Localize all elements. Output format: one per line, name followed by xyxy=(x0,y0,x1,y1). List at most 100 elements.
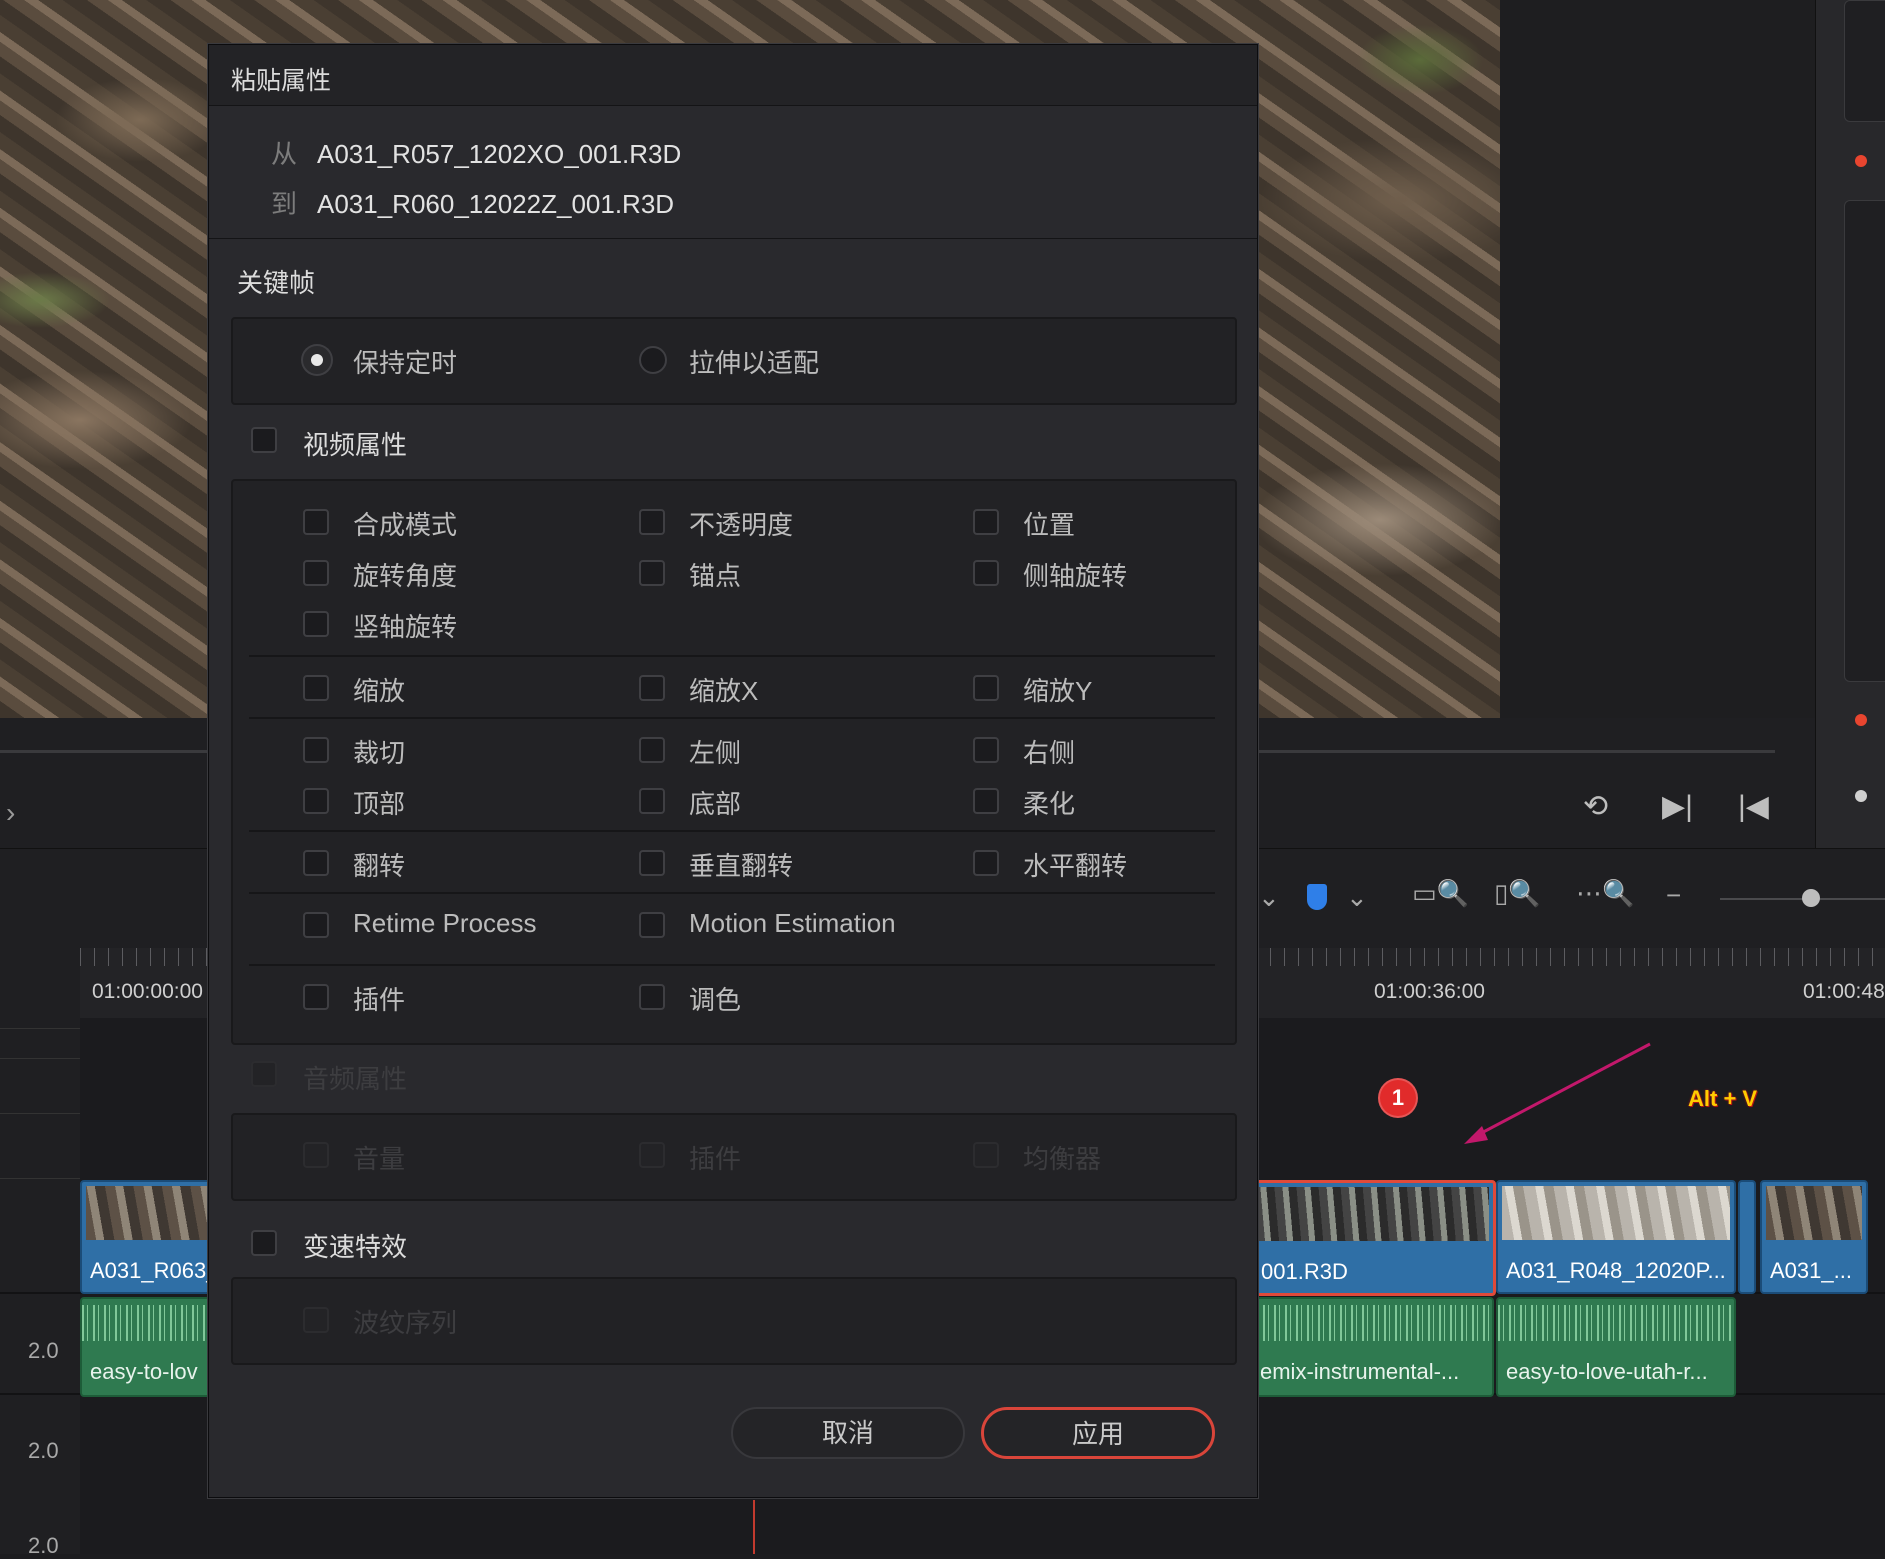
shortcut-label: Alt + V xyxy=(1688,1086,1758,1111)
clip-label: emix-instrumental-... xyxy=(1260,1359,1460,1384)
retime-process-label[interactable]: Retime Process xyxy=(353,908,537,939)
video-plugins-checkbox[interactable] xyxy=(303,984,329,1010)
crop-left-checkbox[interactable] xyxy=(639,737,665,763)
anchor-point-label[interactable]: 锚点 xyxy=(689,556,741,593)
panel-record-dot[interactable] xyxy=(1855,155,1867,167)
yaw-label[interactable]: 竖轴旋转 xyxy=(353,607,457,644)
viewer-side-area xyxy=(1500,0,1815,718)
crop-label[interactable]: 裁切 xyxy=(353,733,405,770)
expand-chevron-icon[interactable]: › xyxy=(6,797,15,829)
audio-waveform xyxy=(1252,1305,1492,1341)
motion-estimation-checkbox[interactable] xyxy=(639,912,665,938)
video-clip[interactable]: A031_R048_12020P... xyxy=(1496,1180,1736,1294)
retime-process-checkbox[interactable] xyxy=(303,912,329,938)
composite-mode-checkbox[interactable] xyxy=(303,509,329,535)
divider xyxy=(249,717,1215,719)
eq-checkbox xyxy=(973,1142,999,1168)
apply-button[interactable]: 应用 xyxy=(981,1407,1215,1459)
pitch-label[interactable]: 侧轴旋转 xyxy=(1023,556,1127,593)
previous-frame-icon[interactable]: |◀ xyxy=(1738,792,1769,822)
video-clip[interactable]: A031_... xyxy=(1760,1180,1868,1294)
video-clip-selected[interactable]: 001.R3D xyxy=(1250,1180,1496,1296)
stretch-to-fit-label[interactable]: 拉伸以适配 xyxy=(689,343,819,380)
zoom-y-label[interactable]: 缩放Y xyxy=(1023,671,1092,708)
zoom-detail-icon[interactable]: ▯🔍 xyxy=(1494,878,1541,909)
cancel-button[interactable]: 取消 xyxy=(731,1407,965,1459)
crop-checkbox[interactable] xyxy=(303,737,329,763)
audio-clip[interactable]: emix-instrumental-... xyxy=(1250,1297,1494,1397)
video-plugins-label[interactable]: 插件 xyxy=(353,980,405,1017)
opacity-checkbox[interactable] xyxy=(639,509,665,535)
panel-toggle-dot[interactable] xyxy=(1855,790,1867,802)
crop-right-label[interactable]: 右侧 xyxy=(1023,733,1075,770)
ripple-sequence-checkbox xyxy=(303,1307,329,1333)
pitch-checkbox[interactable] xyxy=(973,560,999,586)
video-clip[interactable]: A031_R063_ xyxy=(80,1180,224,1294)
speed-effects-checkbox[interactable] xyxy=(251,1230,277,1256)
clip-label: A031_R063_ xyxy=(90,1258,219,1283)
divider xyxy=(249,830,1215,832)
from-prefix: 从 xyxy=(271,139,298,169)
dialog-title: 粘贴属性 xyxy=(231,67,332,95)
flag-icon[interactable] xyxy=(1307,884,1327,910)
audio-attributes-checkbox xyxy=(251,1061,277,1087)
timecode-label: 01:00:48 xyxy=(1803,980,1885,1003)
crop-left-label[interactable]: 左侧 xyxy=(689,733,741,770)
motion-estimation-label[interactable]: Motion Estimation xyxy=(689,908,896,939)
flip-checkbox[interactable] xyxy=(303,850,329,876)
flag-chevron-down-icon[interactable]: ⌄ xyxy=(1346,882,1368,913)
rotation-angle-checkbox[interactable] xyxy=(303,560,329,586)
rotation-angle-label[interactable]: 旋转角度 xyxy=(353,556,457,593)
crop-right-checkbox[interactable] xyxy=(973,737,999,763)
zoom-slider-knob[interactable] xyxy=(1802,889,1820,907)
color-grade-label[interactable]: 调色 xyxy=(689,980,741,1017)
to-prefix: 到 xyxy=(271,189,298,219)
dialog-titlebar[interactable]: 粘贴属性 xyxy=(209,45,1257,106)
zoom-full-icon[interactable]: ▭🔍 xyxy=(1412,878,1469,909)
zoom-label[interactable]: 缩放 xyxy=(353,671,405,708)
softness-checkbox[interactable] xyxy=(973,788,999,814)
position-label[interactable]: 位置 xyxy=(1023,505,1075,542)
color-grade-checkbox[interactable] xyxy=(639,984,665,1010)
divider xyxy=(249,892,1215,894)
speed-effects-title[interactable]: 变速特效 xyxy=(303,1227,407,1264)
video-attributes-title[interactable]: 视频属性 xyxy=(303,425,407,462)
zoom-x-checkbox[interactable] xyxy=(639,675,665,701)
audio-clip[interactable]: easy-to-love-utah-r... xyxy=(1496,1297,1736,1397)
softness-label[interactable]: 柔化 xyxy=(1023,784,1075,821)
playhead[interactable] xyxy=(753,1500,755,1554)
flip-label[interactable]: 翻转 xyxy=(353,846,405,883)
zoom-y-checkbox[interactable] xyxy=(973,675,999,701)
crop-top-checkbox[interactable] xyxy=(303,788,329,814)
video-clip-short[interactable] xyxy=(1738,1180,1756,1294)
zoom-custom-icon[interactable]: ⋯🔍 xyxy=(1576,878,1634,909)
yaw-checkbox[interactable] xyxy=(303,611,329,637)
flip-vertical-label[interactable]: 垂直翻转 xyxy=(689,846,793,883)
anchor-point-checkbox[interactable] xyxy=(639,560,665,586)
composite-mode-label[interactable]: 合成模式 xyxy=(353,505,457,542)
crop-bottom-checkbox[interactable] xyxy=(639,788,665,814)
maintain-timing-radio[interactable] xyxy=(303,346,331,374)
zoom-out-icon[interactable]: − xyxy=(1666,880,1681,911)
divider xyxy=(249,964,1215,966)
loop-icon[interactable]: ⟲ xyxy=(1583,792,1608,822)
flip-vertical-checkbox[interactable] xyxy=(639,850,665,876)
panel-record-dot-2[interactable] xyxy=(1855,714,1867,726)
stretch-to-fit-radio[interactable] xyxy=(639,346,667,374)
crop-top-label[interactable]: 顶部 xyxy=(353,784,405,821)
chevron-down-icon[interactable]: ⌄ xyxy=(1258,882,1280,913)
to-clip-name: A031_R060_12022Z_001.R3D xyxy=(317,189,675,219)
position-checkbox[interactable] xyxy=(973,509,999,535)
opacity-label[interactable]: 不透明度 xyxy=(689,505,793,542)
maintain-timing-label[interactable]: 保持定时 xyxy=(353,343,457,380)
zoom-x-label[interactable]: 缩放X xyxy=(689,671,758,708)
flip-horizontal-checkbox[interactable] xyxy=(973,850,999,876)
video-attributes-checkbox[interactable] xyxy=(251,427,277,453)
clip-label: 001.R3D xyxy=(1261,1259,1348,1284)
zoom-checkbox[interactable] xyxy=(303,675,329,701)
audio-clip[interactable]: easy-to-lov xyxy=(80,1297,224,1397)
next-frame-icon[interactable]: ▶| xyxy=(1662,792,1693,822)
audio-plugins-checkbox xyxy=(639,1142,665,1168)
crop-bottom-label[interactable]: 底部 xyxy=(689,784,741,821)
flip-horizontal-label[interactable]: 水平翻转 xyxy=(1023,846,1127,883)
